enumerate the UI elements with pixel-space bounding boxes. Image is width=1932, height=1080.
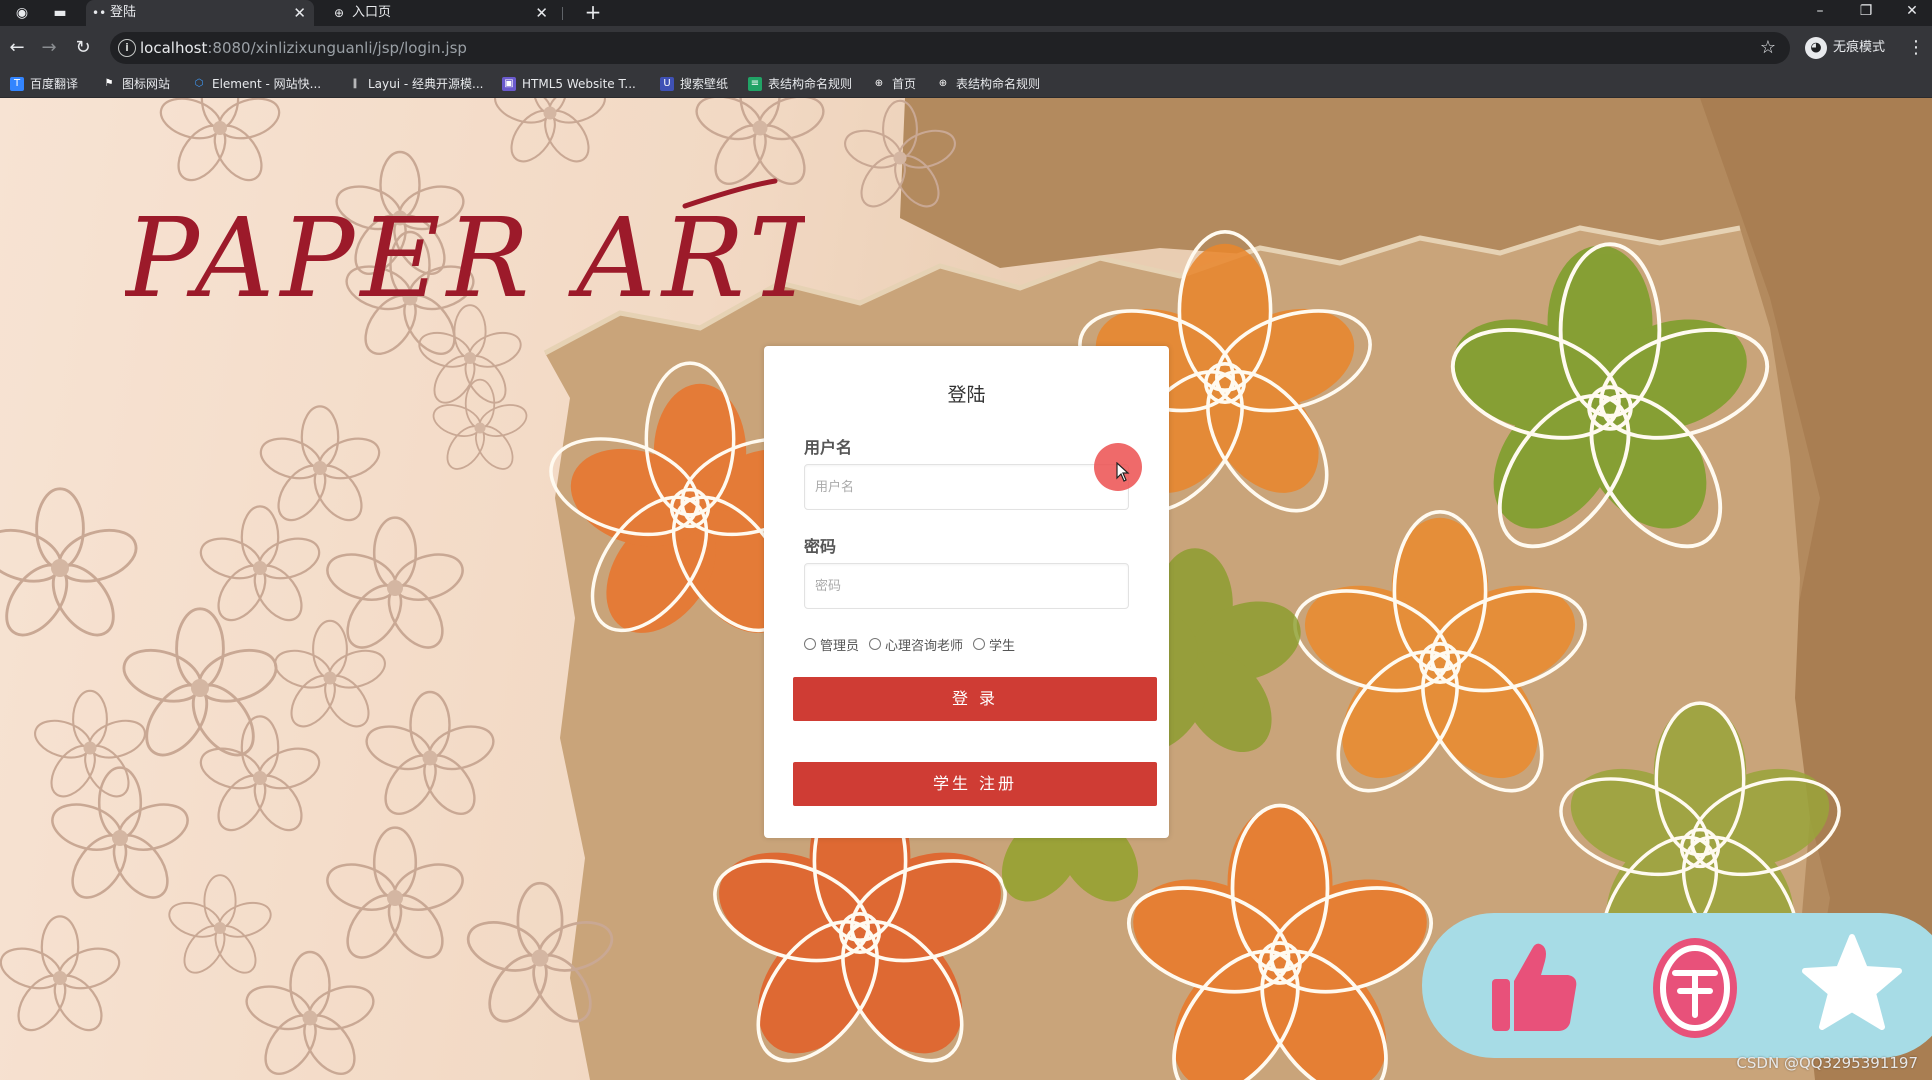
bookmark-label: 百度翻译 [30, 77, 79, 91]
bookmark-item[interactable]: ⚑ 图标网站 [102, 70, 171, 98]
role-radio-student[interactable]: 学生 [973, 635, 1015, 654]
layui-icon: ‖ [352, 78, 358, 89]
page-viewport: PAPER ART 登陆 用户名 密码 管理员 心理咨询老师 学生 登 录 学生… [0, 98, 1932, 1080]
username-label: 用户名 [804, 438, 853, 457]
radio-label: 管理员 [820, 638, 860, 654]
loading-icon: •• [92, 6, 107, 20]
bookmark-item[interactable]: ▣ HTML5 Website T... [502, 70, 636, 98]
bookmark-label: HTML5 Website T... [522, 77, 636, 91]
mouse-cursor-icon [1116, 462, 1130, 482]
wallpaper-icon: U [660, 77, 674, 91]
bookmarks-bar: T 百度翻译 ⚑ 图标网站 ⬡ Element - 网站快... ‖ Layui… [0, 70, 1932, 98]
tab-login[interactable]: •• 登陆 ✕ [86, 0, 314, 26]
username-input[interactable] [804, 464, 1129, 510]
restore-button[interactable]: ❐ [1848, 0, 1884, 26]
like-icon[interactable] [1482, 931, 1592, 1041]
radio-circle[interactable] [804, 638, 816, 650]
login-title: 登陆 [947, 384, 986, 406]
globe-icon: ⊕ [938, 78, 948, 89]
tab-strip: ◉ ▬ •• 登陆 ✕ ⊕ 入口页 ✕ + – ❐ ✕ [0, 0, 1932, 26]
bookmark-item[interactable]: ⬡ Element - 网站快... [192, 70, 321, 98]
tab-search-icon[interactable]: ▬ [50, 3, 70, 23]
role-radio-counselor[interactable]: 心理咨询老师 [869, 635, 963, 654]
close-icon[interactable]: ✕ [535, 0, 548, 26]
reload-button[interactable]: ↻ [70, 35, 96, 61]
tab-divider [562, 7, 563, 20]
radio-circle[interactable] [973, 638, 986, 650]
incognito-label: 无痕模式 [1833, 40, 1886, 55]
doc-icon: ≡ [748, 77, 762, 91]
html5-icon: ▣ [502, 77, 516, 91]
bookmark-item[interactable]: ≡ 表结构命名规则 [748, 70, 852, 98]
bookmark-item[interactable]: ‖ Layui - 经典开源模... [348, 70, 484, 98]
bookmark-star-icon[interactable]: ☆ [1756, 36, 1780, 60]
chrome-icon: ◉ [15, 5, 29, 21]
role-radio-admin[interactable]: 管理员 [804, 635, 859, 654]
window-close-button[interactable]: ✕ [1894, 0, 1930, 26]
bookmark-label: Element - 网站快... [212, 77, 322, 91]
element-icon: ⬡ [194, 78, 204, 89]
browser-menu-button[interactable]: ⋮ [1906, 35, 1926, 61]
close-icon[interactable]: ✕ [293, 0, 306, 26]
radio-circle[interactable] [869, 638, 882, 650]
url-host: localhost [140, 39, 208, 57]
coin-icon[interactable] [1640, 931, 1750, 1041]
watermark: CSDN @QQ3295391197 [1736, 1054, 1918, 1072]
bookmark-item[interactable]: T 百度翻译 [10, 70, 78, 98]
bookmark-label: 表结构命名规则 [956, 77, 1041, 91]
password-label: 密码 [804, 537, 837, 556]
radio-label: 心理咨询老师 [885, 638, 964, 654]
favorite-icon[interactable] [1797, 931, 1907, 1041]
tab-label: 入口页 [352, 5, 392, 20]
tab-entry[interactable]: ⊕ 入口页 ✕ [328, 0, 556, 26]
url-path: :8080/xinlizixunguanli/jsp/login.jsp [207, 39, 467, 57]
bookmark-label: 图标网站 [122, 77, 171, 91]
role-radio-group: 管理员 心理咨询老师 学生 [804, 635, 1025, 654]
globe-icon: ⊕ [874, 78, 884, 89]
login-card: 登陆 用户名 密码 管理员 心理咨询老师 学生 登 录 学生 注册 [764, 346, 1169, 838]
incognito-indicator[interactable]: ◕ 无痕模式 [1805, 35, 1885, 61]
incognito-icon: ◕ [1805, 37, 1827, 59]
password-input[interactable] [804, 563, 1129, 609]
student-register-button[interactable]: 学生 注册 [793, 762, 1157, 806]
url-text[interactable]: localhost:8080/xinlizixunguanli/jsp/logi… [140, 32, 467, 64]
baidu-translate-icon: T [10, 77, 24, 91]
flag-icon: ⚑ [104, 78, 114, 89]
bookmark-label: 表结构命名规则 [768, 77, 853, 91]
logo-text: PAPER ART [125, 194, 805, 322]
info-icon[interactable]: i [118, 39, 136, 57]
radio-label: 学生 [989, 638, 1016, 654]
bookmark-label: Layui - 经典开源模... [368, 77, 484, 91]
forward-button[interactable]: → [36, 35, 62, 61]
bookmark-item[interactable]: U 搜索壁纸 [660, 70, 728, 98]
bookmark-item[interactable]: ⊕ 表结构命名规则 [936, 70, 1040, 98]
globe-icon: ⊕ [334, 6, 345, 20]
tab-label: 登陆 [110, 5, 137, 20]
new-tab-button[interactable]: + [580, 0, 606, 26]
login-button[interactable]: 登 录 [793, 677, 1157, 721]
action-panel [1422, 913, 1932, 1058]
bookmark-label: 搜索壁纸 [680, 77, 729, 91]
paper-art-logo: PAPER ART [125, 178, 805, 322]
minimize-button[interactable]: – [1802, 0, 1838, 26]
back-button[interactable]: ← [4, 35, 30, 61]
bookmark-label: 首页 [892, 77, 917, 91]
bookmark-item[interactable]: ⊕ 首页 [872, 70, 916, 98]
browser-toolbar: ← → ↻ i localhost:8080/xinlizixunguanli/… [0, 26, 1932, 70]
address-bar[interactable]: i localhost:8080/xinlizixunguanli/jsp/lo… [110, 32, 1790, 64]
